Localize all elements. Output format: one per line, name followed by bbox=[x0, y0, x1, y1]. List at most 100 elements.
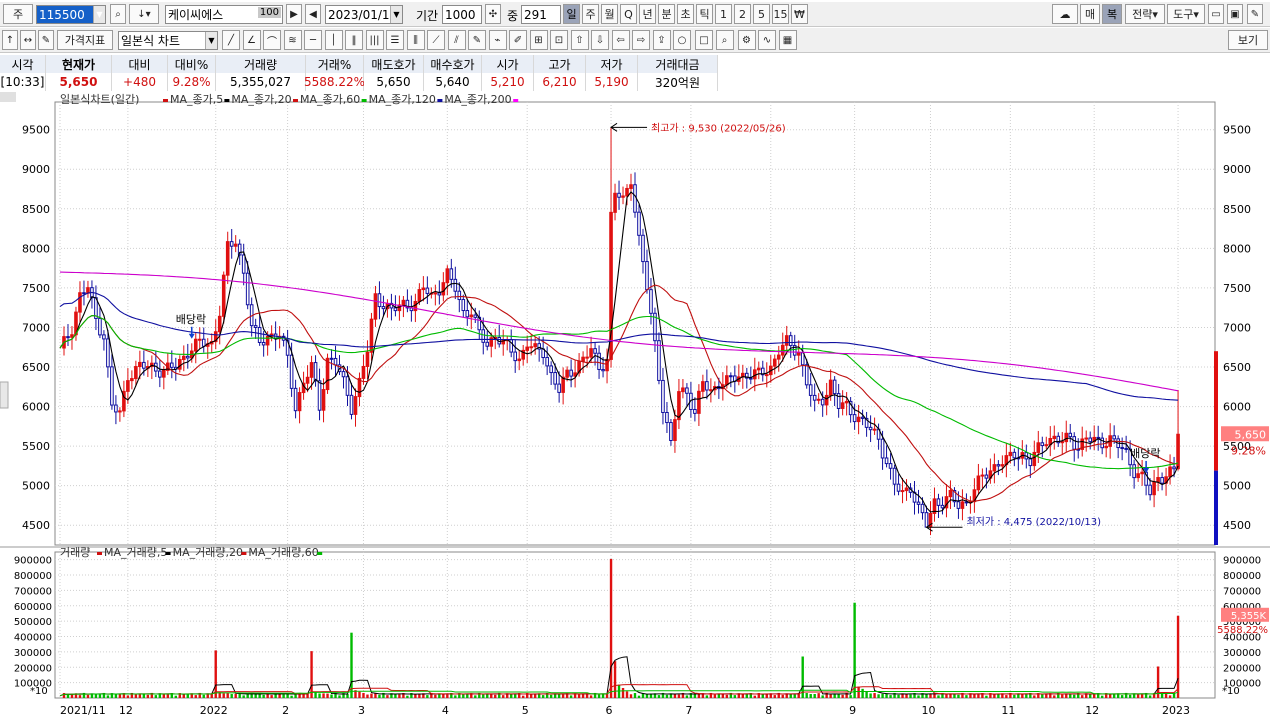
draw-tool-icon-25[interactable]: ⚙ bbox=[737, 30, 756, 50]
edit-icon[interactable]: ✎ bbox=[38, 30, 54, 50]
next-icon[interactable]: ▶ bbox=[286, 4, 302, 24]
draw-tool-icon-21[interactable]: ⇪ bbox=[652, 30, 671, 50]
draw-tool-icon-9[interactable]: ⫼ bbox=[406, 30, 425, 50]
strategy-button[interactable]: 전략 ▾ bbox=[1125, 4, 1165, 24]
draw-tool-icon-5[interactable]: │ bbox=[324, 30, 343, 50]
draw-tool-icon-27[interactable]: ▦ bbox=[778, 30, 797, 50]
view-button[interactable]: 보기 bbox=[1228, 30, 1268, 50]
volume-bar bbox=[697, 694, 701, 698]
candle-body bbox=[956, 501, 961, 509]
draw-tool-icon-11[interactable]: ⫽ bbox=[447, 30, 466, 50]
prev-icon[interactable]: ◀ bbox=[305, 4, 321, 24]
candle-body bbox=[1172, 466, 1176, 470]
draw-tool-icon-23[interactable]: □ bbox=[695, 30, 713, 50]
compound-button[interactable]: 복 bbox=[1102, 4, 1122, 24]
candle-body bbox=[980, 474, 985, 477]
time-tick-label: 10 bbox=[921, 704, 935, 717]
period-input[interactable]: 1000 bbox=[442, 5, 482, 24]
candle-body bbox=[229, 241, 234, 247]
period-button-8[interactable]: 1 bbox=[715, 4, 732, 24]
time-tick-label: 2 bbox=[282, 704, 289, 717]
volume-legend-swatch bbox=[97, 552, 102, 555]
volume-bar bbox=[881, 693, 884, 698]
period-button-3[interactable]: Q bbox=[620, 4, 637, 24]
stock-name-field[interactable]: 케이씨에스 100 bbox=[165, 5, 283, 24]
volume-legend-item: MA_거래량,20 bbox=[173, 546, 243, 559]
candle-body bbox=[177, 358, 182, 370]
draw-tool-icon-26[interactable]: ∿ bbox=[758, 30, 776, 50]
draw-tool-icon-24[interactable]: ⌕ bbox=[715, 30, 734, 50]
candle-body bbox=[984, 474, 989, 479]
volume-bar bbox=[1120, 695, 1124, 698]
volume-bar bbox=[745, 694, 749, 698]
cloud-icon[interactable]: ☁ bbox=[1052, 4, 1078, 24]
period-button-1[interactable]: 주 bbox=[582, 4, 599, 24]
stock-code-input[interactable]: 115500 ▼ bbox=[36, 5, 106, 24]
draw-tool-icon-10[interactable]: ⟋ bbox=[427, 30, 445, 50]
candle-body bbox=[1072, 436, 1077, 450]
draw-tool-icon-16[interactable]: ⊡ bbox=[550, 30, 568, 50]
volume-bar bbox=[370, 693, 373, 698]
volume-bar bbox=[222, 693, 225, 698]
candle-body bbox=[333, 357, 338, 366]
volume-bar bbox=[322, 693, 325, 698]
chart-type-select[interactable]: 일본식 차트 ▼ bbox=[118, 31, 218, 50]
up-icon[interactable]: ↑ bbox=[2, 30, 18, 50]
tools-button[interactable]: 도구 ▾ bbox=[1167, 4, 1205, 24]
draw-tool-icon-6[interactable]: ‖ bbox=[345, 30, 363, 50]
draw-tool-icon-3[interactable]: ≋ bbox=[283, 30, 302, 50]
period-label: 주 bbox=[585, 8, 596, 21]
summary-value-3: 9.28% bbox=[168, 73, 216, 91]
draw-tool-icon-13[interactable]: ⌁ bbox=[488, 30, 507, 50]
toolbar-drawing: ↑ ↔ ✎ 가격지표 일본식 차트 ▼ ╱ ∠ ⌒ ≋ ─ │ ‖ ||| ☰ ⫼ ⟋ ⫽ ✎ ⌁ ✐ ⊞ ⊡ ⇧ ⇩… bbox=[0, 28, 1270, 53]
save-icon[interactable]: ▣ bbox=[1227, 4, 1243, 24]
chevron-down-icon[interactable]: ▼ bbox=[390, 6, 402, 23]
sort-icon[interactable]: ↓▾ bbox=[129, 4, 159, 24]
draw-tool-icon-12[interactable]: ✎ bbox=[468, 30, 486, 50]
wrench-icon[interactable]: ✎ bbox=[1247, 4, 1263, 24]
draw-tool-icon-4[interactable]: ─ bbox=[304, 30, 322, 50]
period-button-12[interactable]: ₩ bbox=[791, 4, 808, 24]
draw-tool-icon-0[interactable]: ╱ bbox=[222, 30, 240, 50]
crosshair-icon[interactable]: ✣ bbox=[485, 4, 501, 24]
period-button-4[interactable]: 년 bbox=[639, 4, 656, 24]
period-button-11[interactable]: 15 bbox=[772, 4, 789, 24]
date-input[interactable]: 2023/01/12 ▼ bbox=[325, 5, 403, 24]
period-button-10[interactable]: 5 bbox=[753, 4, 770, 24]
search-icon[interactable]: ⌕ bbox=[110, 4, 126, 24]
draw-tool-icon-18[interactable]: ⇩ bbox=[591, 30, 609, 50]
zoom-input[interactable]: 291 bbox=[521, 5, 561, 24]
candle-body bbox=[1008, 451, 1013, 457]
chevron-down-icon[interactable]: ▼ bbox=[93, 6, 105, 23]
draw-tool-icon-20[interactable]: ⇨ bbox=[632, 30, 650, 50]
volume-bar bbox=[362, 692, 365, 698]
volume-bar bbox=[793, 694, 796, 698]
period-button-5[interactable]: 분 bbox=[658, 4, 675, 24]
draw-tool-icon-15[interactable]: ⊞ bbox=[529, 30, 548, 50]
indicator-button[interactable]: 가격지표 bbox=[57, 30, 113, 50]
market-selector[interactable]: 주 bbox=[3, 4, 33, 24]
draw-tool-icon-2[interactable]: ⌒ bbox=[263, 30, 281, 50]
folder-icon[interactable]: ▭ bbox=[1208, 4, 1224, 24]
chevron-down-icon[interactable]: ▼ bbox=[205, 32, 217, 49]
draw-tool-icon-19[interactable]: ⇦ bbox=[611, 30, 630, 50]
period-button-9[interactable]: 2 bbox=[734, 4, 751, 24]
period-button-6[interactable]: 초 bbox=[677, 4, 694, 24]
price-tick-left: 6500 bbox=[22, 361, 50, 374]
toolbar-top: 주 115500 ▼ ⌕ ↓▾ 케이씨에스 100 ▶ ◀ 2023/01/12 ▼ … bbox=[0, 2, 1270, 27]
period-button-7[interactable]: 틱 bbox=[696, 4, 713, 24]
candle-body bbox=[98, 317, 102, 336]
draw-tool-icon-22[interactable]: ○ bbox=[673, 30, 691, 50]
candle-body bbox=[617, 192, 621, 198]
buy-button[interactable]: 매 bbox=[1080, 4, 1100, 24]
expand-icon[interactable]: ↔ bbox=[20, 30, 36, 50]
draw-tool-icon-14[interactable]: ✐ bbox=[509, 30, 527, 50]
candle-body bbox=[1112, 435, 1116, 440]
draw-tool-icon-7[interactable]: ||| bbox=[365, 30, 384, 50]
period-button-2[interactable]: 월 bbox=[601, 4, 618, 24]
draw-tool-icon-8[interactable]: ☰ bbox=[386, 30, 404, 50]
draw-tool-icon-17[interactable]: ⇧ bbox=[570, 30, 589, 50]
period-button-0[interactable]: 일 bbox=[563, 4, 580, 24]
time-tick-label: 2023 bbox=[1162, 704, 1190, 717]
draw-tool-icon-1[interactable]: ∠ bbox=[242, 30, 261, 50]
